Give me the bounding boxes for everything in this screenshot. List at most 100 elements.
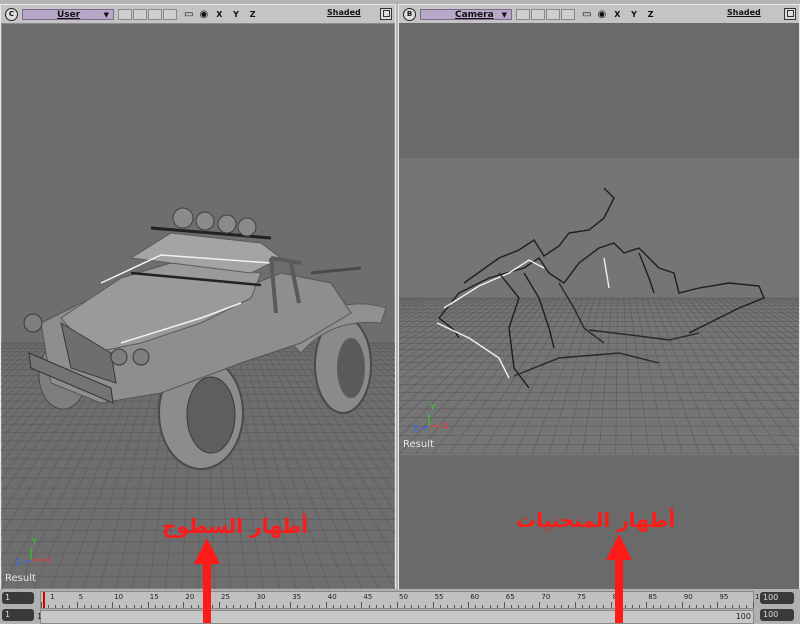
chevron-down-icon: ▼ [502,10,507,21]
eye-icon[interactable]: ◉ [597,9,606,20]
gizmo-x-label: X [45,556,51,565]
timeline-tick [326,602,327,608]
end-frame-field[interactable]: 100 [760,592,794,604]
timeline-tick-label: 1 [50,593,54,601]
timeline-tick [490,605,491,608]
timeline-tick [539,602,540,608]
timeline-tick [84,605,85,608]
eye-icon[interactable]: ◉ [199,9,208,20]
timeline-tick [390,605,391,608]
timeline-tick [319,605,320,608]
timeline-tick [689,605,690,608]
timeline-tick [518,605,519,608]
viewport-letter[interactable]: C [5,8,18,21]
timeline-tick [454,605,455,608]
timeline-tick [148,602,149,608]
layout-slots[interactable] [516,9,576,20]
layout-slots[interactable] [118,9,178,20]
current-frame-field[interactable]: 1 [2,609,34,621]
timeline-tick [461,605,462,608]
timeline-tick [753,602,754,608]
grid-line [229,343,280,589]
timeline-tick [440,605,441,608]
timeline-tick [547,605,548,608]
timeline-tick-label: 30 [257,593,266,601]
axis-gizmo: Y X Z [413,403,449,433]
view-selector[interactable]: Camera▼ [420,9,512,20]
timeline-tick [411,605,412,608]
timeline-tick [112,602,113,608]
timeline-tick [383,605,384,608]
axis-toggles[interactable]: X Y Z [216,10,259,19]
timeline-tick [475,605,476,608]
timeline-tick-label: 50 [399,593,408,601]
camera-icon[interactable]: ▭ [582,9,591,20]
timeline-tick-label: 95 [719,593,728,601]
timeline-tick [347,605,348,608]
camera-viewport[interactable]: B Camera▼ ▭ ◉ X Y Z Shaded Y [398,4,800,590]
timeline-tick-label: 10 [114,593,123,601]
playhead[interactable] [43,592,45,608]
timeline-tick-label: 90 [684,593,693,601]
timeline-tick-label: 25 [221,593,230,601]
shading-mode[interactable]: Shaded [327,8,361,17]
timeline-tick [376,605,377,608]
vehicle-model [24,208,386,469]
slider-end: 100 [736,612,751,621]
timeline-tick [404,605,405,608]
camera-icon[interactable]: ▭ [184,9,193,20]
timeline-tick [468,602,469,608]
timeline-tick [262,605,263,608]
timeline-tick [589,605,590,608]
timeline-tick-label: 65 [506,593,515,601]
timeline-tick [312,605,313,608]
timeline-tick [675,605,676,608]
maximize-icon[interactable] [784,8,796,20]
timeline-tick [240,605,241,608]
timeline-tick [269,605,270,608]
shading-mode[interactable]: Shaded [727,8,761,17]
timeline-tick [710,605,711,608]
camera-viewport-scene[interactable]: Y X Z [399,158,799,454]
timeline-tick [668,605,669,608]
timeline-tick [290,602,291,608]
timeline-tick [660,605,661,608]
timeline-tick [425,605,426,608]
timeline-tick [354,605,355,608]
timeline-tick [119,605,120,608]
timeline-tick [554,605,555,608]
timeline-tick [739,605,740,608]
range-end-field[interactable]: 100 [760,609,794,621]
timeline-tick [703,605,704,608]
gizmo-z-label: Z [413,424,419,433]
user-viewport-scene[interactable]: Y X Z [1,23,395,589]
timeline-tick [732,605,733,608]
curves-caption: أظهار المنحنيات [516,508,675,532]
slider-start: 1 [37,612,42,621]
maximize-icon[interactable] [380,8,392,20]
timeline-tick [497,605,498,608]
timeline-tick [134,605,135,608]
timeline-tick [77,602,78,608]
start-frame-field[interactable]: 1 [2,592,34,604]
timeline-ruler[interactable]: 1510152025303540455055606570758085909510… [40,591,754,609]
curve-wireframe [437,188,764,388]
timeline-tick-label: 60 [470,593,479,601]
gizmo-y-label: Y [31,537,37,546]
axis-toggles[interactable]: X Y Z [614,10,657,19]
arrow-up-icon [604,534,634,623]
user-viewport[interactable]: C User▼ ▭ ◉ X Y Z Shaded [0,4,396,590]
timeline-tick [418,605,419,608]
surfaces-caption: أظهار السطوح [162,514,308,538]
result-label: Result [403,439,434,450]
view-selector[interactable]: User▼ [22,9,114,20]
timeline-tick [105,605,106,608]
range-slider[interactable]: 1 100 [40,610,754,624]
timeline-tick-label: 70 [541,593,550,601]
viewport-letter[interactable]: B [403,8,416,21]
timeline-tick [717,602,718,608]
timeline-tick [361,602,362,608]
timeline-tick [304,605,305,608]
grid-line [240,343,313,589]
grid-line [1,343,39,589]
